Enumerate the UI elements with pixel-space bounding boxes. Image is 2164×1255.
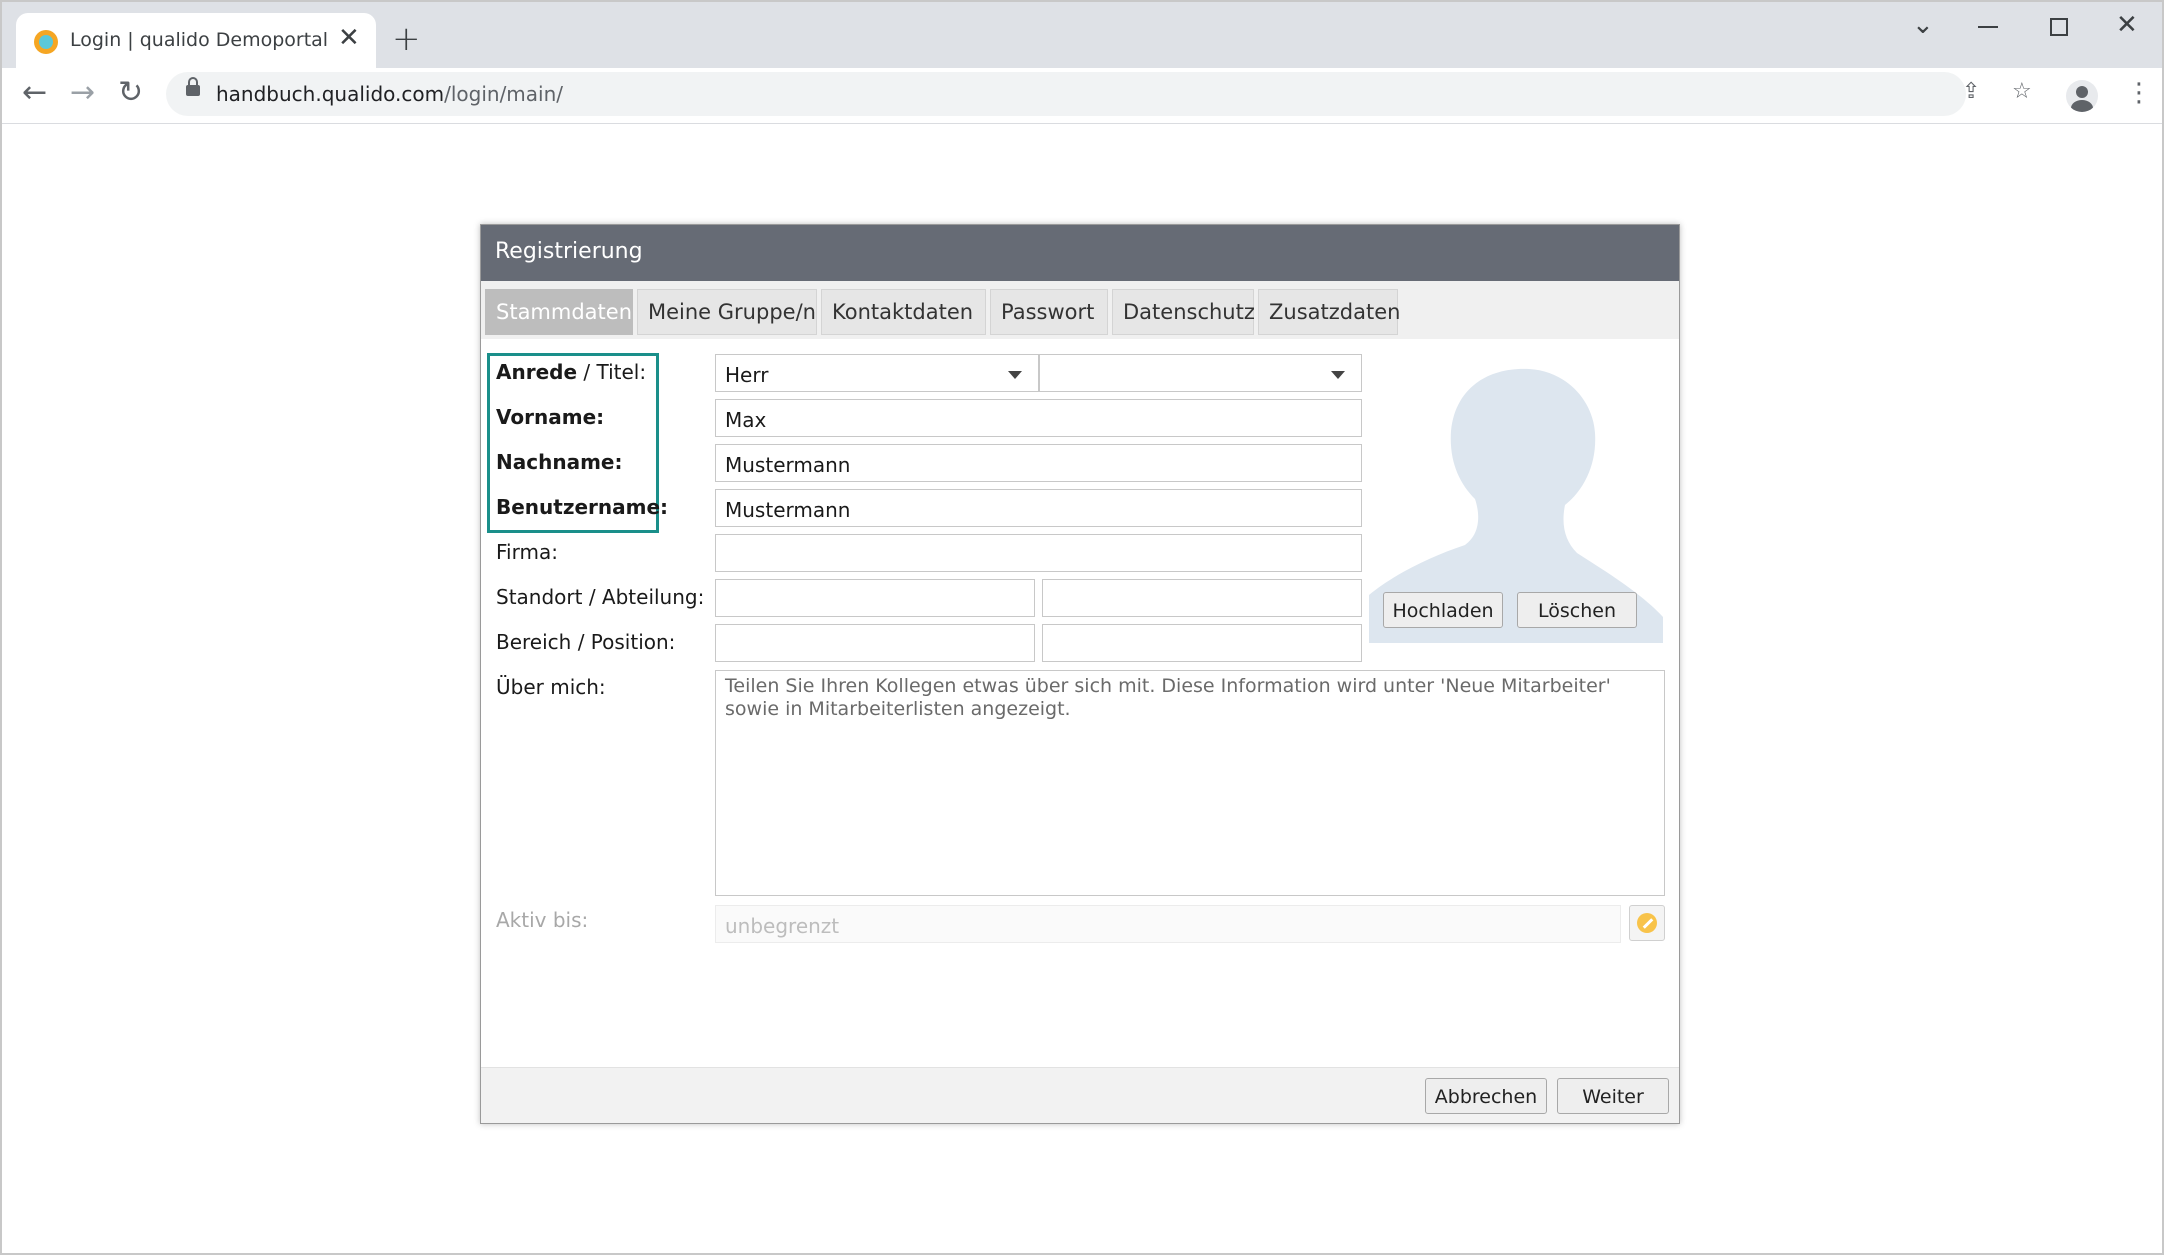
bereich-position-label: Bereich / Position: bbox=[496, 630, 676, 654]
cancel-button[interactable]: Abbrechen bbox=[1425, 1078, 1547, 1114]
close-tab-icon[interactable]: ✕ bbox=[338, 25, 360, 51]
nachname-input[interactable]: Mustermann bbox=[715, 444, 1362, 482]
url-text[interactable]: handbuch.qualido.com/login/main/ bbox=[216, 82, 563, 106]
aktiv-bis-label: Aktiv bis: bbox=[496, 908, 589, 932]
lock-icon[interactable] bbox=[186, 77, 200, 96]
tab-strip: Login | qualido Demoportal ✕ + ⌄ ✕ bbox=[2, 2, 2162, 68]
firma-input[interactable] bbox=[715, 534, 1362, 572]
nachname-label: Nachname: bbox=[496, 450, 623, 474]
vorname-label: Vorname: bbox=[496, 405, 605, 429]
anrede-select[interactable]: Herr bbox=[715, 354, 1039, 392]
firma-label: Firma: bbox=[496, 540, 558, 564]
tab-search-icon[interactable]: ⌄ bbox=[1912, 12, 1934, 38]
browser-window: Login | qualido Demoportal ✕ + ⌄ ✕ ← → ↻… bbox=[0, 0, 2164, 1255]
titel-label: / Titel: bbox=[577, 360, 647, 384]
standort-input[interactable] bbox=[715, 579, 1035, 617]
benutzername-label: Benutzername: bbox=[496, 495, 669, 519]
forward-arrow-icon[interactable]: → bbox=[70, 78, 95, 108]
qualido-logo-icon bbox=[34, 30, 58, 54]
share-icon[interactable]: ⇪ bbox=[1962, 81, 1980, 103]
url-path: /login/main/ bbox=[444, 82, 564, 106]
abteilung-input[interactable] bbox=[1042, 579, 1362, 617]
ueber-mich-textarea[interactable]: Teilen Sie Ihren Kollegen etwas über sic… bbox=[715, 670, 1665, 896]
close-window-icon[interactable]: ✕ bbox=[2116, 12, 2138, 38]
bereich-input[interactable] bbox=[715, 624, 1035, 662]
browser-tab[interactable]: Login | qualido Demoportal ✕ bbox=[16, 13, 376, 68]
tab-passwort[interactable]: Passwort bbox=[990, 289, 1108, 335]
tab-datenschutz[interactable]: Datenschutz bbox=[1112, 289, 1255, 335]
standort-abteilung-label: Standort / Abteilung: bbox=[496, 585, 705, 609]
titel-select[interactable] bbox=[1039, 354, 1362, 392]
reload-icon[interactable]: ↻ bbox=[118, 78, 143, 108]
dialog-title: Registrierung bbox=[495, 239, 643, 264]
upload-photo-button[interactable]: Hochladen bbox=[1383, 592, 1503, 628]
anrede-label: Anrede bbox=[496, 360, 578, 384]
calendar-icon[interactable] bbox=[1629, 905, 1665, 941]
maximize-icon[interactable] bbox=[2050, 18, 2068, 36]
new-tab-icon[interactable]: + bbox=[392, 22, 421, 56]
tab-title: Login | qualido Demoportal bbox=[70, 29, 329, 51]
anrede-titel-label: Anrede / Titel: bbox=[496, 360, 646, 384]
benutzername-input[interactable]: Mustermann bbox=[715, 489, 1362, 527]
address-bar[interactable]: handbuch.qualido.com/login/main/ ⇪ ☆ bbox=[166, 72, 2032, 116]
position-input[interactable] bbox=[1042, 624, 1362, 662]
back-arrow-icon[interactable]: ← bbox=[22, 78, 47, 108]
vorname-input[interactable]: Max bbox=[715, 399, 1362, 437]
minimize-icon[interactable] bbox=[1978, 26, 1998, 28]
dialog-footer: Abbrechen Weiter bbox=[481, 1067, 1679, 1123]
tab-stammdaten[interactable]: Stammdaten bbox=[485, 289, 633, 335]
tab-kontaktdaten[interactable]: Kontaktdaten bbox=[821, 289, 986, 335]
url-host: handbuch.qualido.com bbox=[216, 82, 445, 106]
menu-kebab-icon[interactable]: ⋮ bbox=[2126, 80, 2152, 106]
ueber-mich-label: Über mich: bbox=[496, 675, 606, 699]
dialog-tabs: Stammdaten Meine Gruppe/n Kontaktdaten P… bbox=[481, 281, 1679, 339]
browser-toolbar: ← → ↻ handbuch.qualido.com/login/main/ ⇪… bbox=[2, 68, 2162, 124]
aktiv-bis-input: unbegrenzt bbox=[715, 905, 1621, 943]
next-button[interactable]: Weiter bbox=[1557, 1078, 1669, 1114]
tab-zusatzdaten[interactable]: Zusatzdaten bbox=[1258, 289, 1400, 335]
profile-avatar-icon[interactable] bbox=[2066, 80, 2098, 112]
profile-photo: Hochladen Löschen bbox=[1369, 349, 1663, 643]
delete-photo-button[interactable]: Löschen bbox=[1517, 592, 1637, 628]
dialog-header: Registrierung bbox=[481, 225, 1679, 281]
tab-meine-gruppen[interactable]: Meine Gruppe/n bbox=[637, 289, 817, 335]
registration-dialog: Registrierung Stammdaten Meine Gruppe/n … bbox=[480, 224, 1680, 1124]
bookmark-star-icon[interactable]: ☆ bbox=[2012, 81, 2032, 103]
